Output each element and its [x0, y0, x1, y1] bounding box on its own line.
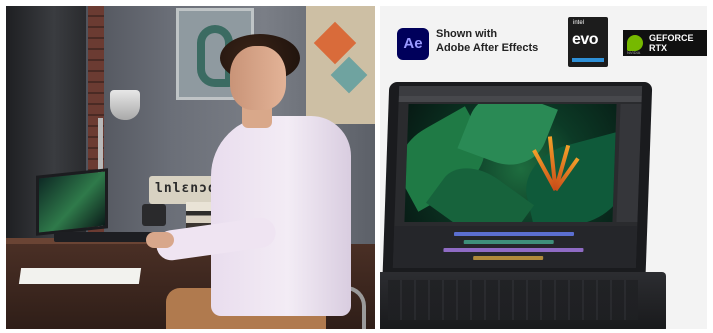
intel-badge-label: intel — [573, 20, 585, 26]
geforce-label: GEFORCE — [649, 33, 694, 43]
promo-banner: lnlεnɔdo Al Ae Shown with Adobe After Ef… — [0, 0, 713, 333]
geforce-rtx-label: GEFORCE RTX — [649, 33, 694, 53]
nvidia-geforce-badge-icon: NVIDIA GEFORCE RTX — [623, 30, 707, 56]
shown-with-line-1: Shown with — [436, 28, 498, 40]
person-head — [230, 46, 286, 110]
ae-menu-bar — [398, 86, 643, 96]
shown-with-caption: Shown with Adobe After Effects — [436, 27, 566, 55]
ae-toolbar — [398, 96, 642, 102]
person-body — [211, 116, 351, 316]
ae-side-panel — [616, 104, 642, 222]
after-effects-logo-icon: Ae — [397, 28, 429, 60]
wall-art-right — [306, 6, 375, 124]
ae-composition-canvas — [404, 104, 617, 222]
bird-of-paradise-flower — [532, 130, 580, 192]
person-hand — [146, 232, 174, 248]
keyboard — [388, 280, 638, 320]
evo-badge-label: evo — [572, 31, 599, 48]
product-panel: Ae Shown with Adobe After Effects intel … — [380, 6, 707, 329]
laptop-screen — [392, 86, 643, 268]
rtx-label: RTX — [649, 43, 667, 53]
laptop-screen-small — [36, 168, 108, 236]
intel-evo-badge-icon: intel evo — [568, 17, 608, 67]
lifestyle-photo: lnlεnɔdo Al — [6, 6, 375, 329]
shown-with-line-2: Adobe After Effects — [436, 42, 539, 54]
mug — [142, 204, 166, 226]
laptop-keyboard-deck — [380, 272, 666, 329]
laptop-lid — [382, 82, 653, 272]
paper-sheet — [18, 268, 142, 284]
desk-lamp-head — [110, 90, 140, 120]
evo-badge-stripe — [572, 58, 604, 62]
nvidia-badge-label: NVIDIA — [627, 50, 641, 55]
ae-timeline — [392, 226, 638, 268]
nvidia-eye-icon — [627, 35, 643, 51]
